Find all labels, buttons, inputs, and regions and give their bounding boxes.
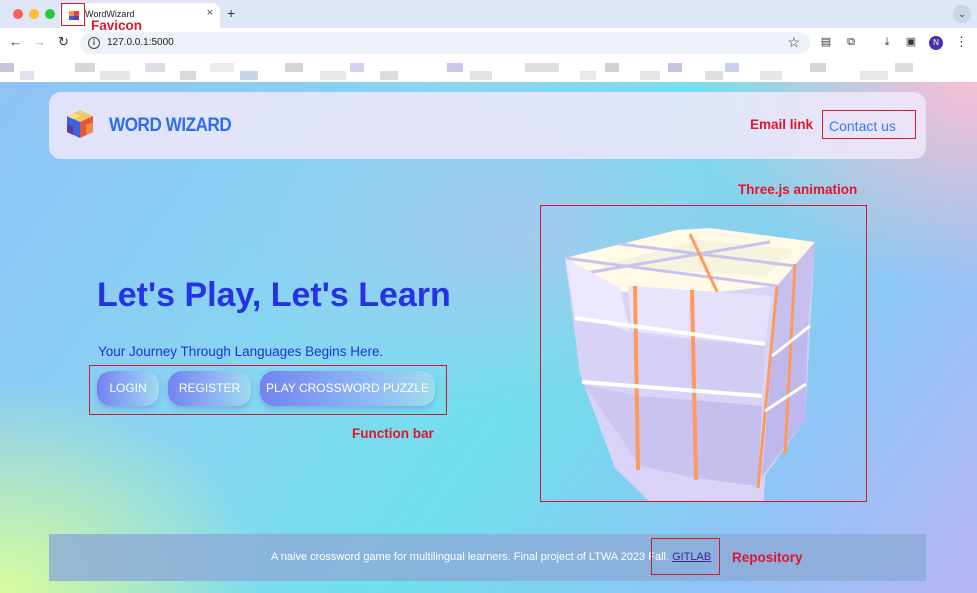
repository-annotation-label: Repository (732, 550, 803, 565)
footer-description: A naive crossword game for multilingual … (271, 551, 670, 563)
browser-toolbar: ← → ↻ i 127.0.0.1:5000 ☆ ▤ ⧉ ⤓ ▣ (0, 28, 977, 57)
forward-icon[interactable]: → (33, 34, 46, 49)
minimize-window-button[interactable] (29, 9, 39, 19)
bookmarks-bar (0, 57, 977, 82)
hero-subtitle: Your Journey Through Languages Begins He… (98, 344, 384, 359)
footer-text: A naive crossword game for multilingual … (271, 551, 711, 563)
function-bar-annotation-box (89, 365, 447, 415)
email-link-annotation-box (822, 110, 916, 139)
hero-title: Let's Play, Let's Learn (97, 276, 451, 314)
side-panel-icon[interactable]: ▣ (904, 35, 918, 49)
new-tab-icon[interactable]: + (227, 5, 235, 21)
threejs-annotation-box (540, 205, 867, 502)
brand-title: WORD WIZARD (109, 115, 232, 136)
favicon-annotation-label: Favicon (91, 18, 143, 33)
maximize-window-button[interactable] (45, 9, 55, 19)
browser-menu-icon[interactable]: ⋮ (955, 34, 968, 50)
bookmark-star-icon[interactable]: ☆ (787, 34, 800, 51)
tab-search-chevron-icon[interactable]: ⌄ (953, 5, 971, 23)
url-text: 127.0.0.1:5000 (107, 37, 174, 48)
download-icon[interactable]: ⤓ (880, 35, 894, 49)
repository-annotation-box (651, 538, 720, 575)
extensions-icon[interactable]: ⧉ (844, 35, 858, 49)
reload-icon[interactable]: ↻ (58, 34, 69, 50)
address-bar[interactable]: i 127.0.0.1:5000 ☆ (80, 32, 810, 54)
browser-tab-bar: WordWizard × + ⌄ (0, 0, 977, 28)
close-window-button[interactable] (13, 9, 23, 19)
favicon-annotation-box (61, 3, 85, 26)
threejs-annotation-label: Three.js animation (738, 182, 858, 197)
back-icon[interactable]: ← (9, 34, 22, 49)
profile-avatar[interactable]: N (929, 36, 943, 50)
email-link-annotation-label: Email link (750, 117, 814, 132)
logo-cube-icon (67, 110, 93, 138)
tab-close-icon[interactable]: × (207, 7, 213, 19)
reading-mode-icon[interactable]: ▤ (819, 35, 833, 49)
function-bar-annotation-label: Function bar (352, 426, 434, 441)
site-info-icon[interactable]: i (88, 37, 100, 49)
